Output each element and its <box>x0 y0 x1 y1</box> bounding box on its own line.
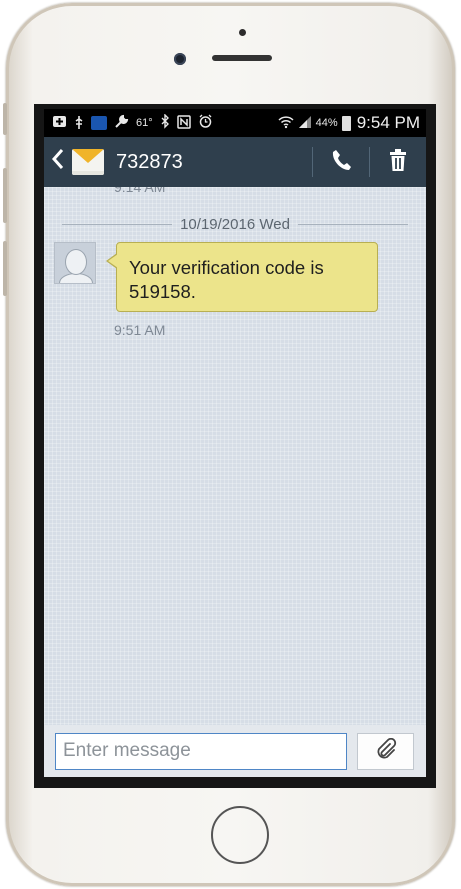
attach-button[interactable] <box>357 732 414 770</box>
status-icons: 61° <box>44 113 278 132</box>
call-button[interactable] <box>313 137 369 187</box>
message-bubble[interactable]: Your verification code is 519158. <box>106 242 378 312</box>
contact-name[interactable]: 732873 <box>116 151 312 174</box>
message-thread[interactable]: 9:14 AM 10/19/2016 Wed Your verification… <box>44 187 426 725</box>
status-bar: 61° 44% 9:54 PM <box>44 109 426 137</box>
signal-icon <box>298 115 312 132</box>
conversation-header: 732873 <box>44 137 426 187</box>
wifi-icon <box>278 115 294 132</box>
volume-down-button <box>3 241 7 296</box>
status-time: 9:54 PM <box>356 113 420 132</box>
bluetooth-icon <box>160 113 170 132</box>
compose-bar <box>44 725 426 777</box>
usb-icon <box>74 115 84 132</box>
envelope-icon <box>72 149 104 175</box>
wrench-icon <box>114 114 129 132</box>
message-input[interactable] <box>55 732 347 770</box>
temperature-text: 61° <box>136 117 153 129</box>
battery-icon <box>341 115 351 131</box>
divider-line <box>62 223 173 225</box>
paperclip-icon <box>375 737 397 765</box>
home-button[interactable] <box>211 806 269 864</box>
battery-percent: 44% <box>315 117 338 129</box>
divider-line <box>297 223 408 225</box>
volume-up-button <box>3 168 7 223</box>
previous-message-time: 9:14 AM <box>114 187 166 195</box>
phone-icon <box>331 149 351 176</box>
plus-notification-icon <box>52 114 67 132</box>
date-divider-label: 10/19/2016 Wed <box>180 215 290 233</box>
nfc-icon <box>176 114 191 132</box>
earpiece-speaker <box>212 55 272 61</box>
weather-channel-icon <box>91 116 107 130</box>
alarm-icon <box>198 114 213 132</box>
proximity-sensor <box>239 29 246 36</box>
trash-icon <box>389 148 407 176</box>
message-time: 9:51 AM <box>114 322 166 338</box>
back-chevron-icon[interactable] <box>44 148 72 177</box>
front-camera <box>174 53 186 65</box>
date-divider: 10/19/2016 Wed <box>62 215 408 233</box>
phone-screen: 61° 44% 9:54 PM 732873 9:14 AM 10/19/201… <box>34 104 436 788</box>
sender-avatar[interactable] <box>54 242 96 284</box>
mute-switch <box>3 103 7 135</box>
status-right: 44% 9:54 PM <box>278 113 426 133</box>
delete-button[interactable] <box>370 137 426 187</box>
avatar-head <box>65 249 87 275</box>
